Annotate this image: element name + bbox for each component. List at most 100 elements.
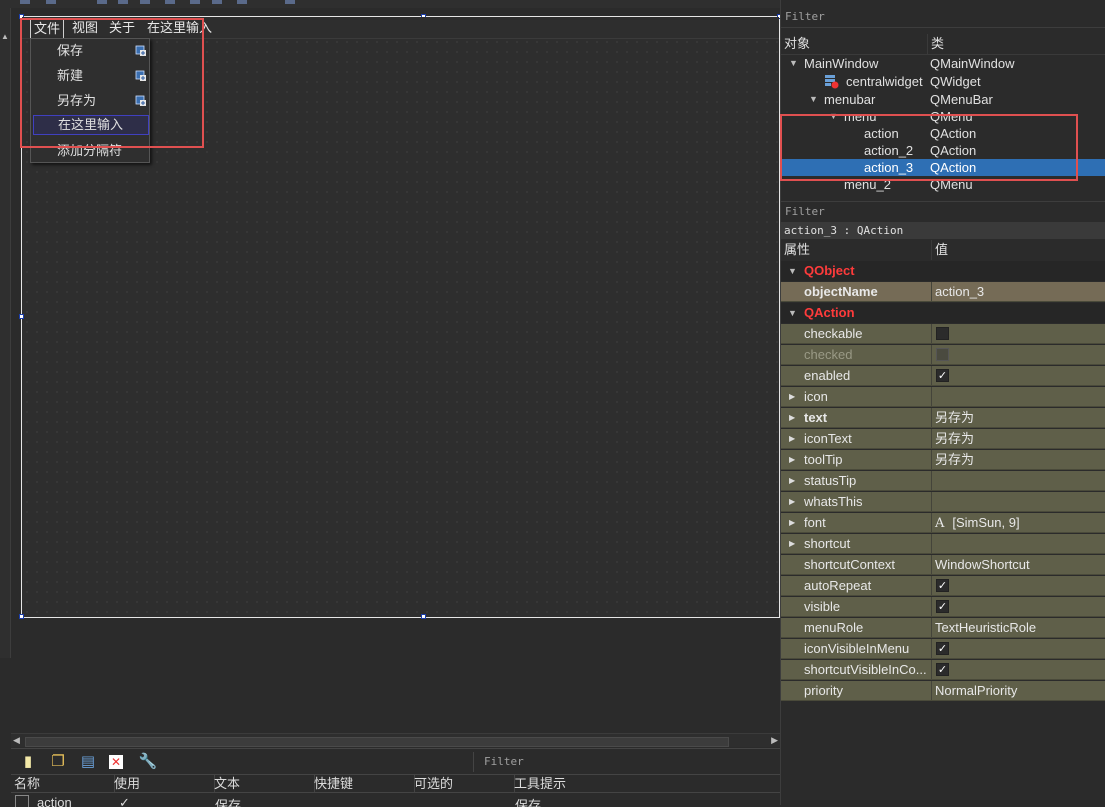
property-row-text[interactable]: ▶ text 另存为 [781,408,1105,428]
collapse-arrow-icon[interactable]: ▼ [788,303,797,323]
property-value[interactable]: 另存为 [931,450,1105,469]
scroll-up-arrow-icon[interactable]: ▲ [1,32,9,41]
action-filter-input[interactable]: Filter [473,752,780,772]
property-row-icon[interactable]: ▶ icon [781,387,1105,407]
property-value: ✓ [931,366,1105,385]
column-header-property[interactable]: 属性 [781,240,810,260]
scroll-right-arrow-icon[interactable]: ▶ [771,735,778,746]
property-filter-input[interactable]: Filter [781,201,1105,223]
property-row-shortcut[interactable]: ▶ shortcut [781,534,1105,554]
resize-handle[interactable] [19,314,24,319]
property-row-objectname[interactable]: objectName action_3 [781,282,1105,302]
toolbar-icon[interactable] [165,0,175,4]
collapse-arrow-icon[interactable]: ▼ [789,55,798,72]
property-value[interactable]: WindowShortcut [931,555,1105,574]
toolbar-icon[interactable] [20,0,30,4]
toolbar-icon[interactable] [118,0,128,4]
property-name: statusTip [804,473,857,488]
property-value[interactable] [931,492,1105,511]
property-value[interactable]: A [SimSun, 9] [931,513,1105,532]
collapse-arrow-icon[interactable]: ▼ [788,261,797,281]
property-row-autorepeat[interactable]: autoRepeat ✓ [781,576,1105,596]
expand-arrow-icon[interactable]: ▶ [789,387,795,406]
column-header-name[interactable]: 名称 [11,775,115,793]
column-header-text[interactable]: 文本 [211,775,315,793]
copy-action-icon[interactable]: ❐ [49,753,67,771]
property-value[interactable]: action_3 [931,282,1105,301]
property-row-iconvisibleinmenu[interactable]: iconVisibleInMenu ✓ [781,639,1105,659]
configure-wrench-icon[interactable]: 🔧▾ [135,753,161,788]
action-used-cell: ✓ [119,795,130,807]
property-name: checked [804,347,853,362]
checkbox[interactable]: ✓ [936,600,949,613]
section-qobject[interactable]: ▼ QObject [781,261,1105,281]
column-header-value[interactable]: 值 [931,240,948,260]
checkbox[interactable] [936,327,949,340]
tree-item-menubar[interactable]: ▼ menubar QMenuBar [781,91,1105,108]
paste-action-icon[interactable]: ▤ [79,753,97,771]
property-row-checkable[interactable]: checkable [781,324,1105,344]
column-header-tooltip[interactable]: 工具提示 [511,775,783,793]
property-name: checkable [804,326,863,341]
right-dock: Filter 对象 类 ▼ MainWindow QMainWindow cen… [780,0,1105,805]
column-header-object[interactable]: 对象 [781,34,810,54]
property-row-enabled[interactable]: enabled ✓ [781,366,1105,386]
property-row-icontext[interactable]: ▶ iconText 另存为 [781,429,1105,449]
highlight-box-actions [780,114,1078,181]
object-filter-input[interactable]: Filter [781,7,1105,28]
property-value[interactable]: NormalPriority [931,681,1105,700]
expand-arrow-icon[interactable]: ▶ [789,429,795,448]
column-header-shortcut[interactable]: 快捷键 [311,775,415,793]
property-row-shortcutvisibleincontextmenu[interactable]: shortcutVisibleInCo... ✓ [781,660,1105,680]
property-row-statustip[interactable]: ▶ statusTip [781,471,1105,491]
property-name: autoRepeat [804,578,872,593]
tree-item-centralwidget[interactable]: centralwidget QWidget [781,73,1105,90]
expand-arrow-icon[interactable]: ▶ [789,450,795,469]
property-value[interactable]: 另存为 [931,429,1105,448]
checkbox[interactable]: ✓ [936,642,949,655]
property-row-font[interactable]: ▶ font A [SimSun, 9] [781,513,1105,533]
toolbar-icon[interactable] [97,0,107,4]
expand-arrow-icon[interactable]: ▶ [789,513,795,532]
toolbar-icon[interactable] [237,0,247,4]
tree-item-mainwindow[interactable]: ▼ MainWindow QMainWindow [781,55,1105,72]
toolbar-icon[interactable] [190,0,200,4]
scrollbar-thumb[interactable] [25,737,729,747]
expand-arrow-icon[interactable]: ▶ [789,471,795,490]
toolbar-icon[interactable] [285,0,295,4]
property-value[interactable] [931,534,1105,553]
property-value[interactable] [931,387,1105,406]
vertical-scrollbar[interactable]: ▲ [0,8,11,658]
column-header-class[interactable]: 类 [927,34,944,54]
toolbar-icon[interactable] [140,0,150,4]
property-row-menurole[interactable]: menuRole TextHeuristicRole [781,618,1105,638]
property-row-tooltip[interactable]: ▶ toolTip 另存为 [781,450,1105,470]
property-name: shortcutContext [804,557,896,572]
expand-arrow-icon[interactable]: ▶ [789,492,795,511]
action-icon-placeholder [15,795,29,807]
delete-action-icon[interactable]: ✕ [109,755,123,769]
toolbar-icon[interactable] [212,0,222,4]
horizontal-scrollbar[interactable]: ◀ ▶ [11,733,780,747]
property-value[interactable]: TextHeuristicRole [931,618,1105,637]
checkbox[interactable]: ✓ [936,579,949,592]
checkbox[interactable]: ✓ [936,369,949,382]
new-action-icon[interactable]: ▮ [19,753,37,771]
expand-arrow-icon[interactable]: ▶ [789,408,795,427]
collapse-arrow-icon[interactable]: ▼ [809,91,818,108]
property-row-priority[interactable]: priority NormalPriority [781,681,1105,701]
checkbox[interactable]: ✓ [936,663,949,676]
toolbar-icon[interactable] [46,0,56,4]
property-row-whatsthis[interactable]: ▶ whatsThis [781,492,1105,512]
property-value[interactable] [931,471,1105,490]
resize-handle[interactable] [19,614,24,619]
column-header-checkable[interactable]: 可选的 [411,775,515,793]
scroll-left-arrow-icon[interactable]: ◀ [13,735,20,746]
property-row-visible[interactable]: visible ✓ [781,597,1105,617]
column-header-used[interactable]: 使用 [111,775,215,793]
property-row-shortcutcontext[interactable]: shortcutContext WindowShortcut [781,555,1105,575]
property-value[interactable]: 另存为 [931,408,1105,427]
expand-arrow-icon[interactable]: ▶ [789,534,795,553]
resize-handle[interactable] [421,614,426,619]
section-qaction[interactable]: ▼ QAction [781,303,1105,323]
